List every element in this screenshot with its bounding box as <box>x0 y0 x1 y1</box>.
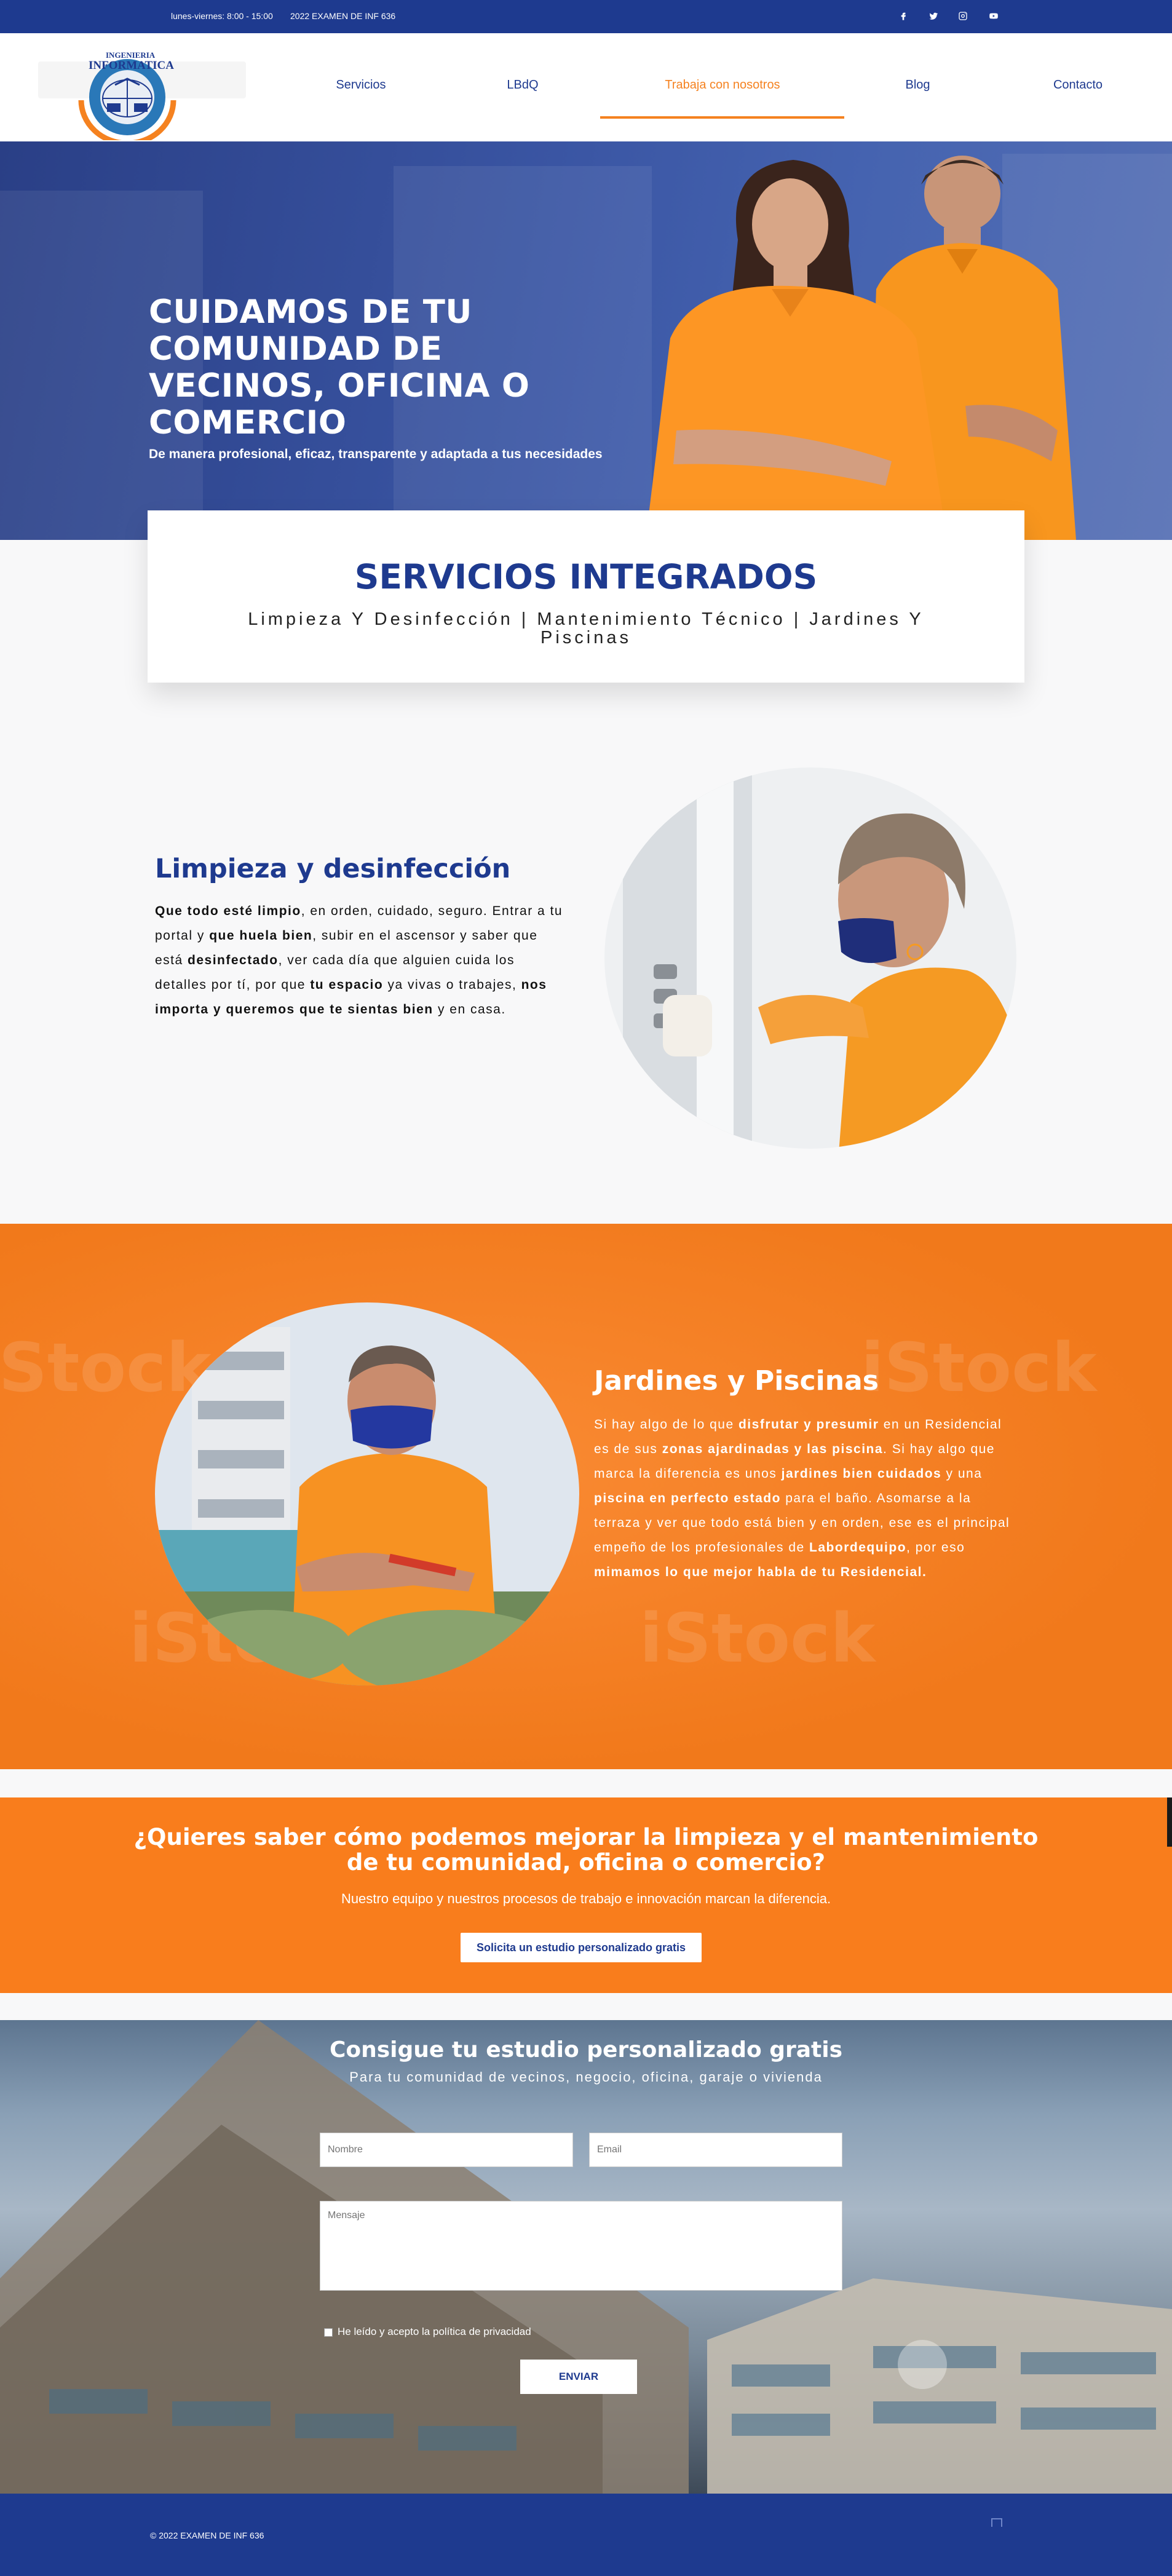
limpieza-text-part: Que todo esté limpio <box>155 904 301 918</box>
limpieza-description: Que todo esté limpio, en orden, cuidado,… <box>155 899 567 1022</box>
nav-servicios[interactable]: Servicios <box>312 73 410 97</box>
site-logo[interactable]: INGENIERIA INFORMATICA <box>38 48 246 140</box>
services-card: SERVICIOS INTEGRADOS Limpieza Y Desinfec… <box>148 510 1024 683</box>
jardines-text-part: disfrutar y presumir <box>738 1417 879 1432</box>
submit-button[interactable]: ENVIAR <box>520 2360 637 2394</box>
nav-contacto[interactable]: Contacto <box>1035 73 1121 97</box>
instagram-icon[interactable] <box>954 7 972 25</box>
jardines-text-part: mimamos lo que mejor habla de tu Residen… <box>594 1565 927 1579</box>
hero-title: CUIDAMOS DE TU COMUNIDAD DE VECINOS, OFI… <box>149 293 530 442</box>
site-footer: © 2022 EXAMEN DE INF 636 <box>0 2494 1172 2576</box>
jardines-text-part: y una <box>941 1467 983 1481</box>
nav-trabaja-con-nosotros[interactable]: Trabaja con nosotros <box>630 73 815 97</box>
footer-copyright: © 2022 EXAMEN DE INF 636 <box>150 2530 264 2540</box>
jardines-text-part: piscina en perfecto estado <box>594 1491 781 1505</box>
privacy-label[interactable]: He leído y acepto la política de privaci… <box>338 2326 531 2338</box>
limpieza-title: Limpieza y desinfección <box>155 854 511 884</box>
hero-subtitle: De manera profesional, eficaz, transpare… <box>149 447 603 461</box>
jardines-text-part: Si hay algo de lo que <box>594 1417 738 1432</box>
limpieza-text-part: tu espacio <box>310 978 384 992</box>
jardines-text-part: zonas ajardinadas y las piscina <box>662 1442 884 1456</box>
scroll-top-icon[interactable] <box>991 2518 1002 2527</box>
jardines-title: Jardines y Piscinas <box>594 1365 879 1397</box>
site-header: INGENIERIA INFORMATICA Servicios LBdQ Tr… <box>0 33 1172 141</box>
active-nav-indicator <box>600 116 844 119</box>
hero-workers-image <box>646 156 1076 540</box>
form-subtitle: Para tu comunidad de vecinos, negocio, o… <box>349 2069 823 2085</box>
hero-banner: CUIDAMOS DE TU COMUNIDAD DE VECINOS, OFI… <box>0 141 1172 540</box>
logo-text-main: INFORMATICA <box>89 59 174 72</box>
name-field[interactable] <box>320 2133 573 2167</box>
facebook-icon[interactable] <box>895 7 912 25</box>
cta-title: ¿Quieres saber cómo podemos mejorar la l… <box>133 1824 1039 1876</box>
limpieza-image <box>604 767 1016 1149</box>
services-title: SERVICIOS INTEGRADOS <box>354 557 818 596</box>
nav-lbdq[interactable]: LBdQ <box>486 73 560 97</box>
scroll-indicator[interactable] <box>1167 1797 1172 1847</box>
limpieza-text-part: desinfectado <box>188 953 279 967</box>
cta-subtitle: Nuestro equipo y nuestros procesos de tr… <box>341 1891 831 1906</box>
limpieza-text-part: que huela bien <box>209 929 313 943</box>
watermark-text: iStock <box>861 1328 1097 1407</box>
jardines-image <box>155 1302 579 1686</box>
jardines-description: Si hay algo de lo que disfrutar y presum… <box>594 1413 1018 1585</box>
jardines-text-part: jardines bien cuidados <box>781 1467 942 1481</box>
form-title: Consigue tu estudio personalizado gratis <box>329 2037 843 2063</box>
youtube-icon[interactable] <box>985 7 1002 25</box>
cta-section: ¿Quieres saber cómo podemos mejorar la l… <box>0 1797 1172 1993</box>
exam-label: 2022 EXAMEN DE INF 636 <box>290 11 396 21</box>
services-list: Limpieza Y Desinfección | Mantenimiento … <box>248 609 924 648</box>
limpieza-text-part: y en casa. <box>433 1002 506 1017</box>
twitter-icon[interactable] <box>925 7 942 25</box>
watermark-text: iStock <box>0 1328 212 1407</box>
nav-blog[interactable]: Blog <box>885 73 950 97</box>
limpieza-text-part: ya vivas o trabajes, <box>383 978 521 992</box>
jardines-text-part: , por eso <box>906 1540 965 1555</box>
email-field[interactable] <box>589 2133 842 2167</box>
message-field[interactable] <box>320 2201 842 2291</box>
business-hours: lunes-viernes: 8:00 - 15:00 <box>171 11 273 21</box>
jardines-text-part: Labordequipo <box>809 1540 907 1555</box>
request-study-button[interactable]: Solicita un estudio personalizado gratis <box>461 1933 702 1962</box>
watermark-text: iStock <box>639 1599 876 1678</box>
top-bar: lunes-viernes: 8:00 - 15:00 2022 EXAMEN … <box>0 0 1172 33</box>
privacy-checkbox[interactable] <box>324 2328 333 2337</box>
